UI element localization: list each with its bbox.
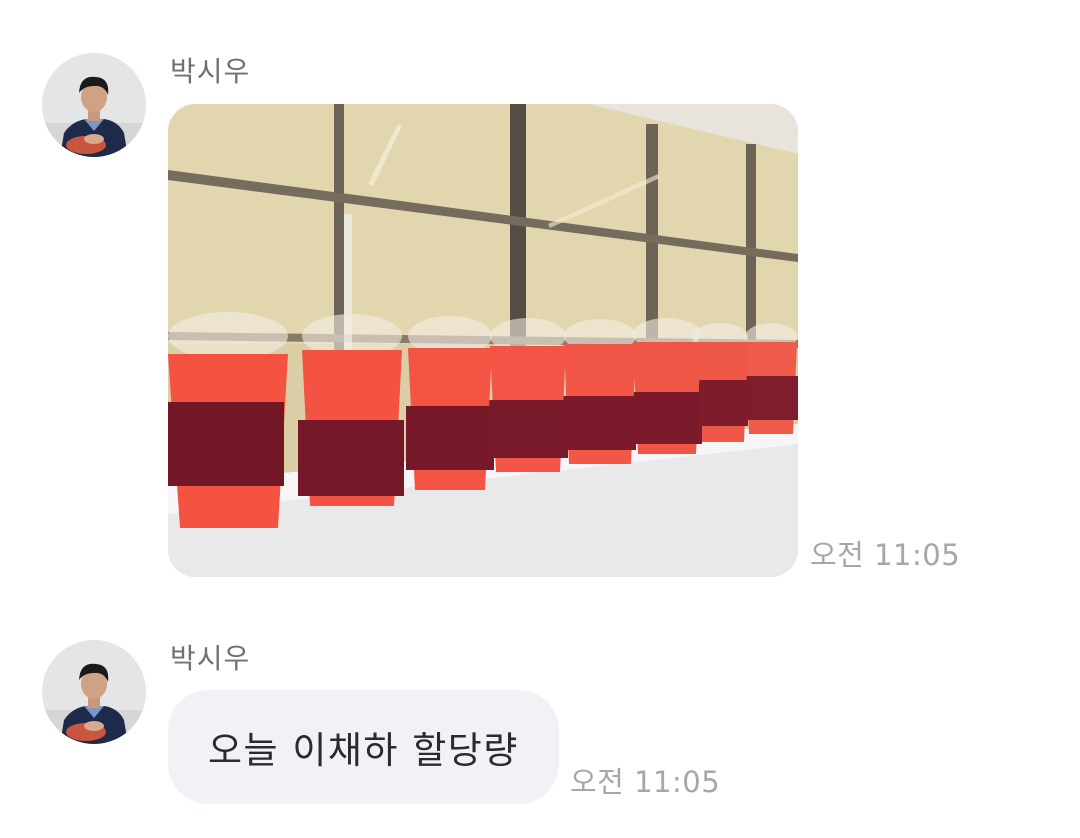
message-image: 박시우 오전 11:05 [0, 0, 1080, 600]
avatar-photo [42, 640, 146, 744]
avatar[interactable] [42, 640, 146, 744]
avatar[interactable] [42, 53, 146, 157]
message-time: 오전 11:05 [810, 538, 961, 572]
sender-name: 박시우 [170, 642, 251, 675]
message-time: 오전 11:05 [570, 765, 721, 799]
message-text-content: 오늘 이채하 할당량 [208, 729, 519, 772]
message-photo[interactable] [168, 104, 798, 577]
sender-name: 박시우 [170, 55, 251, 88]
message-bubble[interactable]: 오늘 이채하 할당량 [168, 690, 559, 804]
avatar-photo [42, 53, 146, 157]
photo-icon [168, 104, 798, 577]
